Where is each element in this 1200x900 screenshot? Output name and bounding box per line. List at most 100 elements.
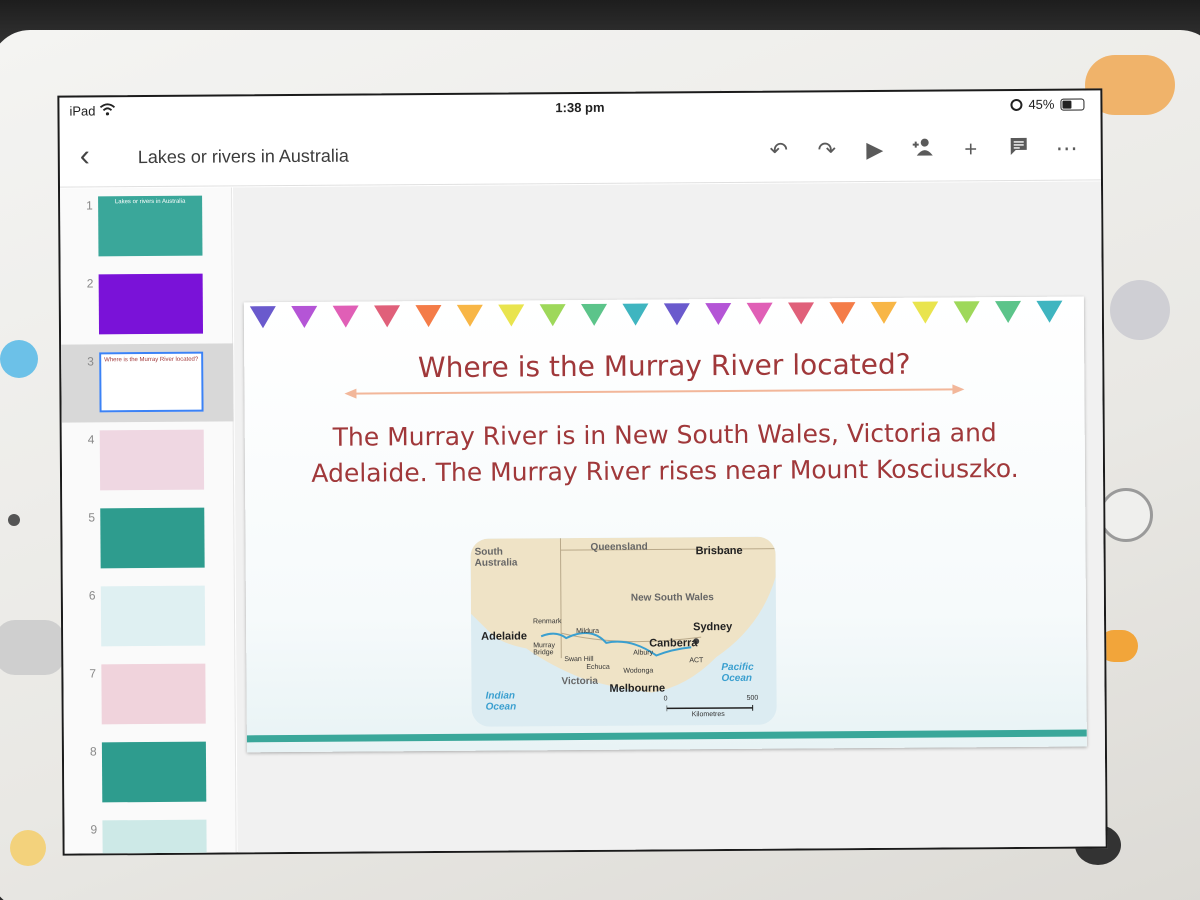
slide-number: 3 — [87, 354, 94, 369]
bunting-flag — [663, 303, 690, 326]
status-right: 45% — [1010, 96, 1085, 112]
bunny-sticker-icon — [0, 620, 65, 675]
slide-thumbnail-preview — [102, 819, 207, 856]
murray-river-map[interactable]: South Australia Queensland Brisbane New … — [470, 536, 777, 727]
map-label-adelaide: Adelaide — [481, 630, 528, 643]
bunting-flag — [498, 304, 525, 327]
front-camera — [8, 514, 20, 526]
rotation-lock-icon — [1010, 98, 1023, 111]
bunting-flag — [1036, 300, 1063, 323]
slide-number: 8 — [89, 744, 97, 759]
clock: 1:38 pm — [555, 99, 605, 116]
map-label-melbourne: Melbourne — [609, 682, 666, 695]
egg-sticker-icon — [10, 830, 46, 866]
bunting-flag — [539, 304, 566, 327]
map-label-victoria: Victoria — [561, 675, 599, 688]
slide-thumbnail-preview — [99, 429, 205, 491]
slide-thumbnail-preview: Where is the Murray River located? — [99, 351, 204, 413]
map-scale-max: 500 — [746, 694, 759, 702]
slide-thumbnail[interactable]: 1 Lakes or rivers in Australia — [60, 187, 233, 266]
slide-body-text[interactable]: The Murray River is in New South Wales, … — [285, 415, 1045, 492]
status-bar: iPad 1:38 pm 45% — [59, 90, 1100, 123]
document-title[interactable]: Lakes or rivers in Australia — [138, 146, 349, 168]
map-label-nsw: New South Wales — [630, 592, 714, 604]
bunting-flag — [249, 306, 276, 329]
map-label-sydney: Sydney — [693, 620, 733, 634]
map-label-wodonga: Wodonga — [623, 667, 654, 675]
slide-heading[interactable]: Where is the Murray River located? — [244, 346, 1084, 385]
map-label-swan-hill: Swan Hill — [564, 655, 594, 664]
comment-icon[interactable] — [1005, 135, 1033, 163]
slide-number: 2 — [86, 276, 94, 291]
slide-thumbnail[interactable]: 2 — [61, 265, 234, 344]
map-label-queensland: Queensland — [590, 541, 648, 553]
map-label-canberra: Canberra — [649, 637, 698, 650]
slide-thumbnail[interactable]: 7 — [63, 655, 236, 734]
slide-number: 4 — [87, 432, 95, 447]
map-label-mildura: Mildura — [576, 627, 600, 636]
insert-plus-icon[interactable]: + — [957, 135, 985, 163]
toolbar-actions: ↶ ↷ ▶ + ⋯ — [765, 135, 1081, 165]
bird-sticker-icon — [0, 340, 38, 378]
slide-thumbnail-preview — [98, 273, 204, 335]
bunting-flag — [746, 302, 773, 325]
battery-percent: 45% — [1028, 96, 1055, 112]
map-scale-unit: Kilometres — [691, 711, 725, 719]
slide-number: 6 — [88, 588, 96, 603]
double-arrow-divider — [344, 384, 965, 399]
slide-number: 5 — [88, 510, 96, 525]
undo-icon[interactable]: ↶ — [765, 137, 793, 165]
home-button[interactable] — [1099, 488, 1153, 542]
slide-thumbnail[interactable]: 8 — [64, 733, 237, 812]
back-chevron-icon[interactable]: ‹ — [80, 139, 90, 172]
redo-icon[interactable]: ↷ — [813, 136, 841, 164]
more-options-icon[interactable]: ⋯ — [1053, 135, 1081, 163]
bunting-flag — [581, 303, 608, 326]
bunting-flag — [788, 302, 815, 325]
slide-canvas: Where is the Murray River located? The M… — [233, 181, 1108, 856]
slide-thumbnail[interactable]: 4 — [62, 421, 235, 500]
bunting-flag — [374, 305, 401, 328]
ipad-screen: iPad 1:38 pm 45% ‹ Lakes or rivers in Au… — [57, 88, 1108, 856]
bunting-flag — [829, 302, 856, 325]
slide-thumbnail[interactable]: 9 — [64, 811, 237, 856]
slide-number: 1 — [86, 198, 93, 213]
present-play-icon[interactable]: ▶ — [861, 136, 889, 164]
map-label-pacific-ocean: Pacific Ocean — [721, 661, 754, 685]
bunting-flag — [291, 305, 318, 328]
slide-thumbnail-preview: Lakes or rivers in Australia — [98, 195, 203, 257]
map-label-south-australia: South Australia — [474, 546, 518, 569]
map-label-indian-ocean: Indian Ocean — [485, 690, 517, 713]
add-person-icon[interactable] — [909, 136, 937, 164]
current-slide[interactable]: Where is the Murray River located? The M… — [243, 296, 1087, 753]
map-label-act: ACT — [689, 657, 704, 665]
map-scale-zero: 0 — [663, 695, 668, 703]
slide-bottom-bar — [246, 729, 1087, 743]
slide-filmstrip: 1 Lakes or rivers in Australia 2 3 Where is … — [60, 187, 237, 856]
bunting-flag — [953, 301, 980, 324]
slide-thumbnail[interactable]: 3 Where is the Murray River located? — [61, 343, 234, 423]
bunting-flag — [995, 300, 1022, 324]
slide-thumbnail-preview — [100, 585, 206, 647]
bunting-decoration — [249, 300, 1063, 329]
slide-thumbnail-preview — [100, 507, 205, 569]
heart-sticker-icon — [1110, 280, 1170, 340]
map-label-brisbane: Brisbane — [695, 544, 743, 558]
battery-icon — [1060, 97, 1085, 111]
bunting-flag — [870, 301, 897, 324]
map-label-murray-bridge: Murray Bridge — [533, 642, 556, 657]
slide-number: 9 — [90, 822, 98, 837]
slide-thumbnail-preview — [101, 741, 207, 803]
slide-thumbnail-preview — [101, 663, 206, 725]
bunting-flag — [912, 301, 939, 324]
map-label-echuca: Echuca — [586, 663, 610, 671]
bunting-flag — [705, 302, 732, 326]
bunting-flag — [332, 305, 359, 328]
slide-thumbnail[interactable]: 6 — [63, 577, 236, 656]
slide-thumbnail[interactable]: 5 — [62, 499, 235, 578]
bunting-flag — [622, 303, 649, 326]
bunting-flag — [415, 304, 442, 328]
slide-number: 7 — [89, 666, 97, 681]
editor-toolbar: ‹ Lakes or rivers in Australia ↶ ↷ ▶ + ⋯ — [59, 120, 1101, 188]
map-label-renmark: Renmark — [533, 618, 562, 626]
